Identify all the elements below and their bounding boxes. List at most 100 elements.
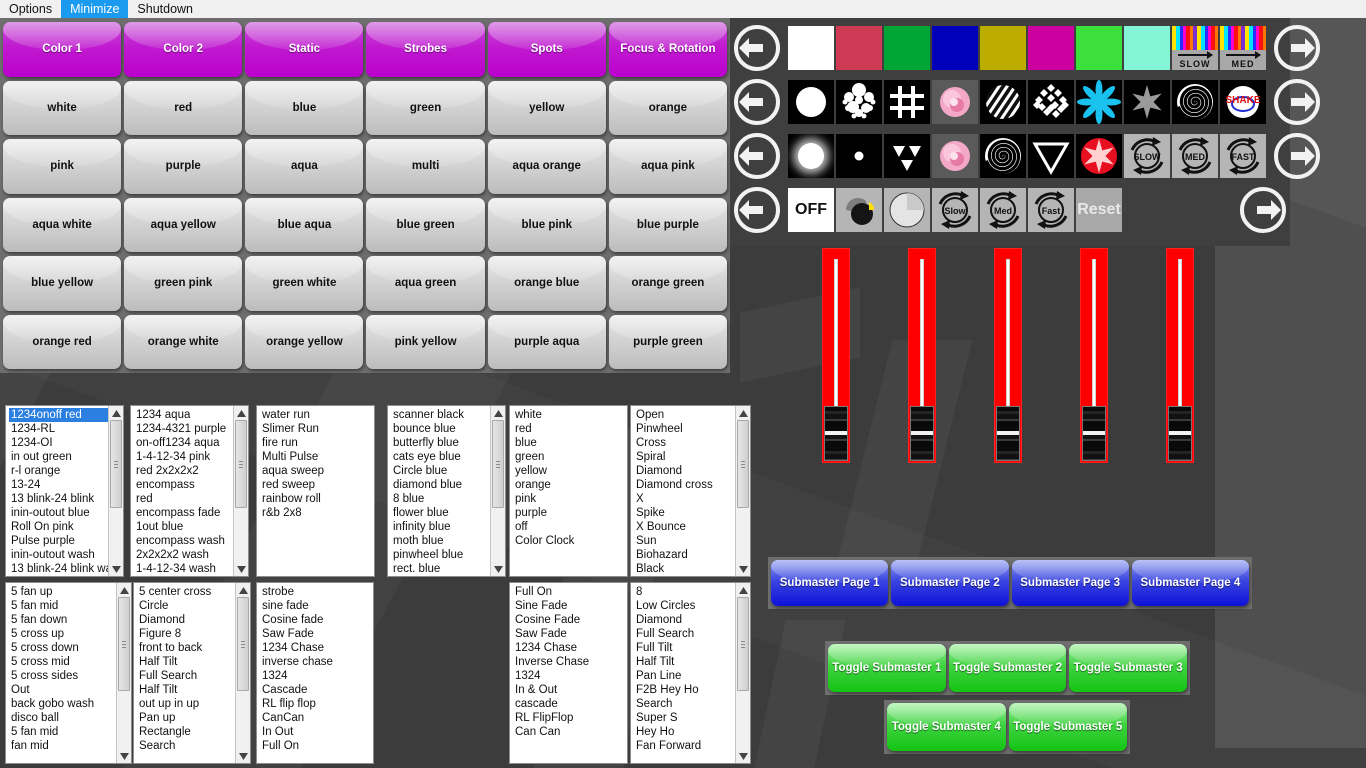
list-item[interactable]: 13 blink-24 blink was — [9, 562, 108, 576]
list-item[interactable]: 1out blue — [134, 520, 233, 534]
swatch-red[interactable] — [836, 26, 882, 70]
scroll-down-arrow-icon[interactable] — [735, 749, 750, 763]
list-item[interactable]: 1234onoff red — [9, 408, 108, 422]
list-item[interactable]: Pan Line — [634, 669, 735, 683]
list-item[interactable]: Roll On pink — [9, 520, 108, 534]
preset-button-red[interactable]: red — [124, 80, 243, 135]
gobo-flower[interactable] — [1076, 80, 1122, 124]
list-item[interactable]: Sine Fade — [513, 599, 627, 613]
list-item[interactable]: X — [634, 492, 735, 506]
list-item[interactable]: bounce blue — [391, 422, 490, 436]
list-item[interactable]: 5 fan mid — [9, 725, 116, 739]
list-item[interactable]: 5 fan down — [9, 613, 116, 627]
palette-prev-arrow-icon[interactable] — [730, 131, 784, 181]
scrollbar[interactable] — [490, 406, 505, 576]
list-item[interactable]: fire run — [260, 436, 374, 450]
list-item[interactable]: X Bounce — [634, 520, 735, 534]
list-item[interactable]: pink — [513, 492, 627, 506]
palette-next-arrow-icon[interactable] — [1270, 131, 1324, 181]
scrollbar-track[interactable] — [491, 420, 505, 562]
gobo-shake[interactable]: SHAKE — [1220, 80, 1266, 124]
scroll-down-arrow-icon[interactable] — [735, 562, 750, 576]
gobo-rotate-fast[interactable]: FAST — [1220, 134, 1266, 178]
scroll-down-arrow-icon[interactable] — [235, 749, 250, 763]
swatch-yellow[interactable] — [980, 26, 1026, 70]
list-item[interactable]: RL FlipFlop — [513, 711, 627, 725]
list-item[interactable]: red 2x2x2x2 — [134, 464, 233, 478]
gobo-triangles[interactable] — [884, 134, 930, 178]
list-item[interactable]: out up in up — [137, 697, 235, 711]
list-item[interactable]: 1234-RL — [9, 422, 108, 436]
list-item[interactable]: blue — [513, 436, 627, 450]
preset-button-purple-aqua[interactable]: purple aqua — [487, 314, 606, 369]
palette-next-arrow-icon[interactable] — [1236, 185, 1290, 235]
list-item[interactable]: Pulse purple — [9, 534, 108, 548]
preset-button-white[interactable]: white — [3, 80, 122, 135]
list-item[interactable]: on-off1234 aqua — [134, 436, 233, 450]
list-item[interactable]: Half Tilt — [634, 655, 735, 669]
list-item[interactable]: F2B Hey Ho — [634, 683, 735, 697]
list-item[interactable]: red — [134, 492, 233, 506]
preset-button-aqua-white[interactable]: aqua white — [3, 197, 122, 252]
gobo-rose[interactable] — [932, 80, 978, 124]
preset-button-blue-purple[interactable]: blue purple — [608, 197, 727, 252]
toggle-submaster-button-2[interactable]: Toggle Submaster 2 — [948, 644, 1067, 692]
list-item[interactable]: 13-24 — [9, 478, 108, 492]
swatch-aqua[interactable] — [1124, 26, 1170, 70]
gobo-shatter[interactable] — [1028, 80, 1074, 124]
gobo-small-dot[interactable] — [836, 134, 882, 178]
list-item[interactable]: 13 blink-24 blink — [9, 492, 108, 506]
scroll-up-arrow-icon[interactable] — [233, 406, 248, 420]
scrollbar-thumb[interactable] — [737, 420, 749, 509]
preset-button-blue-aqua[interactable]: blue aqua — [245, 197, 364, 252]
scrollbar-thumb[interactable] — [737, 597, 749, 692]
scrollbar-track[interactable] — [117, 597, 131, 749]
scroll-up-arrow-icon[interactable] — [108, 406, 123, 420]
list-item[interactable]: infinity blue — [391, 520, 490, 534]
fader-handle[interactable] — [1168, 406, 1192, 461]
prism-rotate-fast[interactable]: Fast — [1028, 188, 1074, 232]
list-item[interactable]: Cascade — [260, 683, 373, 697]
scrollbar-thumb[interactable] — [235, 420, 247, 509]
gobo-spiral[interactable] — [1172, 80, 1218, 124]
submaster-page-button-3[interactable]: Submaster Page 3 — [1011, 560, 1129, 606]
list-item[interactable]: Can Can — [513, 725, 627, 739]
list-item[interactable]: Biohazard — [634, 548, 735, 562]
list-item[interactable]: flower blue — [391, 506, 490, 520]
list-item[interactable]: 5 cross up — [9, 627, 116, 641]
menu-item-minimize[interactable]: Minimize — [61, 0, 129, 18]
preset-button-static[interactable]: Static — [245, 22, 364, 77]
list-item[interactable]: 5 center cross — [137, 585, 235, 599]
list-item[interactable]: cats eye blue — [391, 450, 490, 464]
list-item[interactable]: in out green — [9, 450, 108, 464]
toggle-submaster-button-1[interactable]: Toggle Submaster 1 — [828, 644, 946, 692]
list-item[interactable]: butterfly blue — [391, 436, 490, 450]
list-item[interactable]: Search — [634, 697, 735, 711]
fader-5[interactable] — [1166, 248, 1194, 463]
prism-shape[interactable] — [836, 188, 882, 232]
list-item[interactable]: fan mid — [9, 739, 116, 753]
swatch-blue[interactable] — [932, 26, 978, 70]
list-item[interactable]: Diamond — [634, 613, 735, 627]
list-item[interactable]: inin-outout wash — [9, 548, 108, 562]
list-item[interactable]: 5 cross mid — [9, 655, 116, 669]
list-item[interactable]: Cross — [634, 436, 735, 450]
list-item[interactable]: 1234 aqua — [134, 408, 233, 422]
preset-button-orange[interactable]: orange — [608, 80, 727, 135]
list-item[interactable]: moth blue — [391, 534, 490, 548]
list-item[interactable]: In Out — [260, 725, 373, 739]
list-item[interactable]: Diamond — [137, 613, 235, 627]
preset-button-spots[interactable]: Spots — [487, 22, 606, 77]
scrollbar[interactable] — [233, 406, 248, 576]
fader-3[interactable] — [994, 248, 1022, 463]
list-item[interactable]: aqua sweep — [260, 464, 374, 478]
list-item[interactable]: Figure 8 — [137, 627, 235, 641]
fader-2[interactable] — [908, 248, 936, 463]
list-item[interactable]: Full On — [513, 585, 627, 599]
run-list[interactable]: water run Slimer Run fire run Multi Pulse aq… — [256, 405, 375, 577]
palette-prev-arrow-icon[interactable] — [730, 185, 784, 235]
preset-button-pink-yellow[interactable]: pink yellow — [366, 314, 485, 369]
preset-button-orange-yellow[interactable]: orange yellow — [245, 314, 364, 369]
swatch-white[interactable] — [788, 26, 834, 70]
preset-button-green-white[interactable]: green white — [245, 256, 364, 311]
